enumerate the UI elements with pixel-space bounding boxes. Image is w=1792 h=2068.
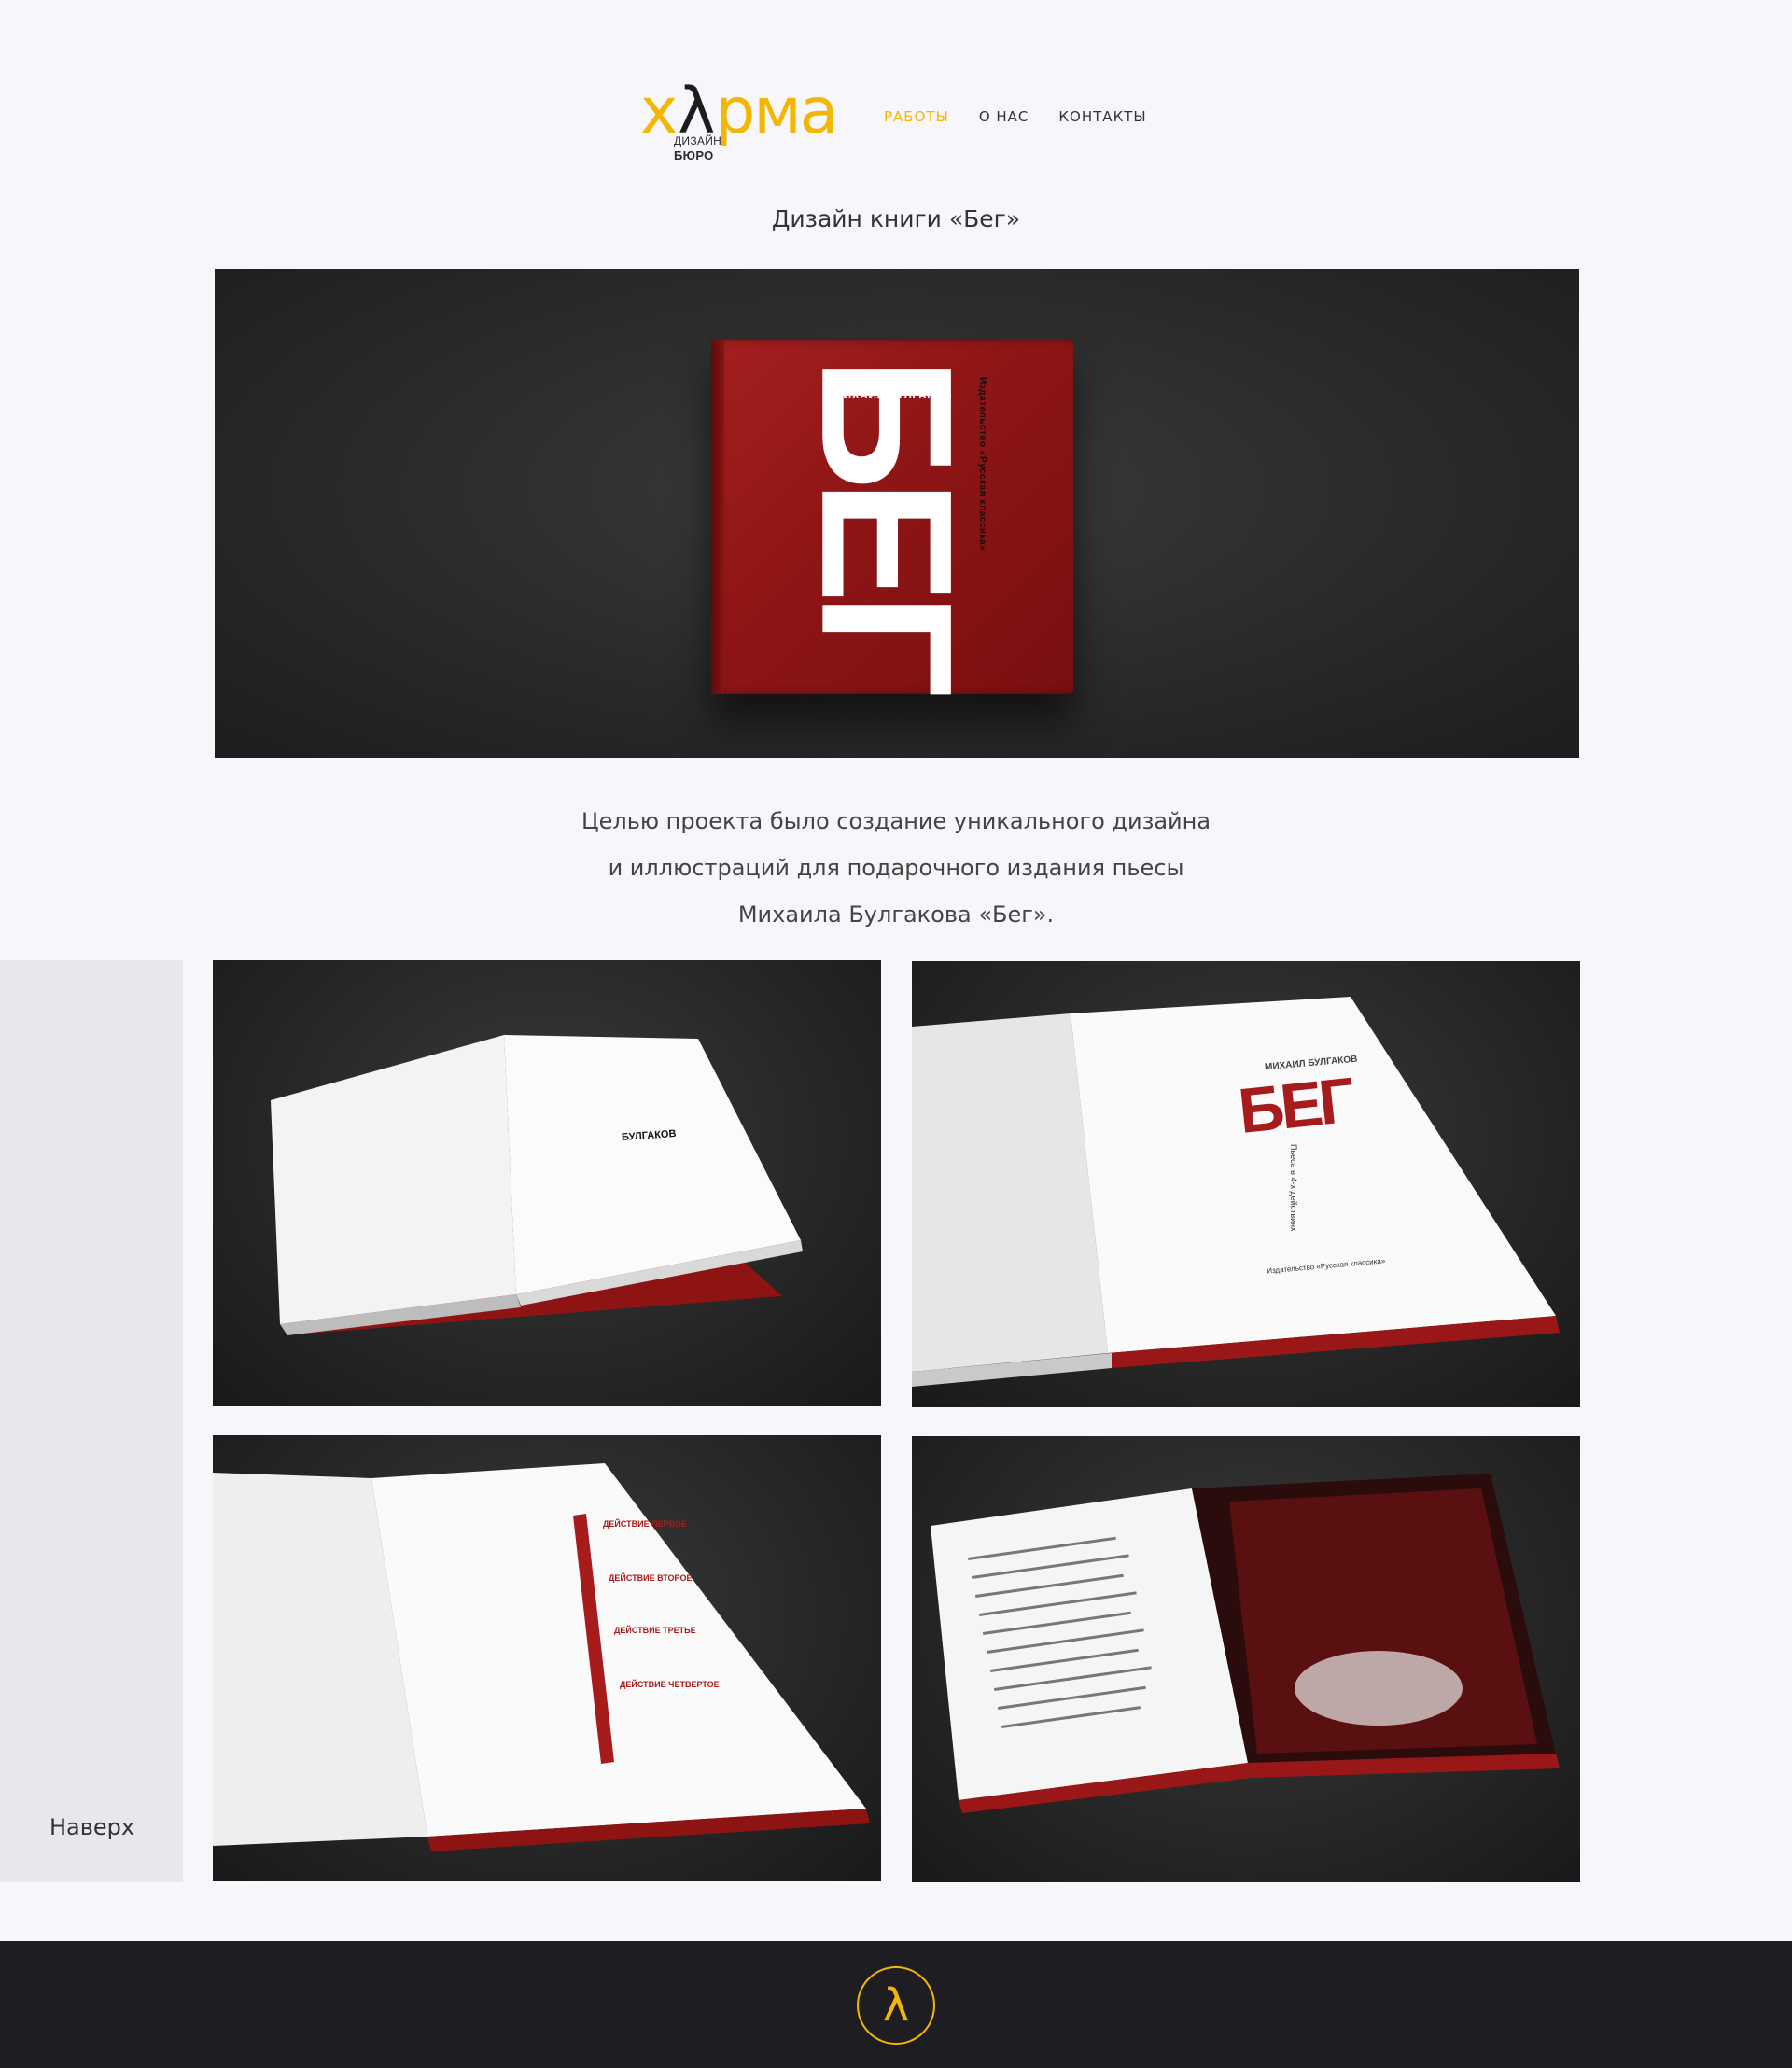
gallery-image-1[interactable]: БУЛГАКОВ: [213, 960, 881, 1406]
gallery-image-2[interactable]: МИХАИЛ БУЛГАКОВ БЕГ Пьеса в 4-х действия…: [912, 961, 1580, 1407]
contents-section-3: ДЕЙСТВИЕ ТРЕТЬЕ: [614, 1626, 696, 1635]
main-nav: РАБОТЫ О НАС КОНТАКТЫ: [884, 108, 1177, 125]
project-description: Целью проекта было создание уникального …: [0, 798, 1792, 938]
page-title: Дизайн книги «Бег»: [771, 205, 1021, 232]
book-cover: МИХАИЛ БУЛГАКОВ Издательство «Русская кл…: [711, 340, 1073, 694]
logo-wordmark: хλрма: [640, 80, 838, 144]
sidebar: [0, 960, 183, 1882]
gallery-image-3[interactable]: ДЕЙСТВИЕ ПЕРВОЕ ДЕЙСТВИЕ ВТОРОЕ ДЕЙСТВИЕ…: [213, 1435, 881, 1881]
logo-letter-x: х: [640, 75, 678, 148]
contents-section-4: ДЕЙСТВИЕ ЧЕТВЕРТОЕ: [620, 1680, 720, 1689]
nav-item-contacts[interactable]: КОНТАКТЫ: [1058, 108, 1146, 125]
logo[interactable]: хλрма дизайн бюро: [640, 80, 842, 170]
contents-section-1: ДЕЙСТВИЕ ПЕРВОЕ: [603, 1519, 687, 1529]
description-line: и иллюстраций для подарочного издания пь…: [608, 855, 1184, 881]
spread-subtitle: Пьеса в 4-х действиях: [1289, 1144, 1298, 1232]
open-book-illustration: [213, 1463, 870, 1851]
logo-subtitle-line1: дизайн: [674, 134, 722, 147]
hero-image: МИХАИЛ БУЛГАКОВ Издательство «Русская кл…: [215, 269, 1579, 758]
description-line: Целью проекта было создание уникального …: [581, 808, 1211, 834]
contents-section-2: ДЕЙСТВИЕ ВТОРОЕ: [609, 1573, 693, 1583]
open-book-illustration: [912, 997, 1560, 1387]
open-book-illustration: [931, 1474, 1560, 1813]
book-title-wrap: БЕГ: [783, 356, 991, 688]
nav-item-works[interactable]: РАБОТЫ: [884, 108, 949, 125]
logo-subtitle: дизайн бюро: [674, 134, 721, 162]
nav-item-about[interactable]: О НАС: [979, 108, 1029, 125]
description-line: Михаила Булгакова «Бег».: [737, 901, 1055, 928]
open-book-illustration: [271, 1035, 803, 1335]
footer-lambda-icon[interactable]: λ: [857, 1966, 935, 2045]
logo-subtitle-line2: бюро: [674, 148, 714, 162]
gallery-image-4[interactable]: [912, 1436, 1580, 1882]
book-title: БЕГ: [782, 356, 991, 688]
logo-letters-rma: рма: [715, 75, 838, 148]
spread-title: БЕГ: [1235, 1064, 1355, 1148]
to-top-link[interactable]: Наверх: [49, 1814, 134, 1840]
